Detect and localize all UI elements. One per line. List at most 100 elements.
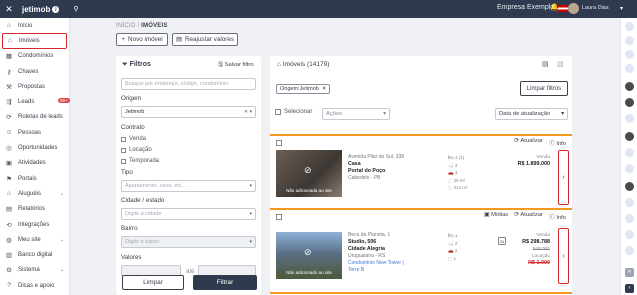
close-icon[interactable]: ✕ xyxy=(322,86,327,92)
hidden-eye-icon: ⊘ xyxy=(304,247,312,257)
actions-select[interactable]: Ações ▾ xyxy=(322,108,390,120)
info-button[interactable]: ⓘ Info xyxy=(549,212,566,221)
venda-checkbox[interactable]: Venda xyxy=(121,136,146,142)
ate-label: até xyxy=(186,268,195,275)
readjust-values-button[interactable]: ▤ Reajustar valores xyxy=(172,33,238,46)
chevron-down-icon: ⌄ xyxy=(60,267,65,274)
chevron-down-icon: ▾ xyxy=(383,111,386,117)
tipo-select[interactable]: Apartamento, casa, etc... ▾ xyxy=(121,180,256,192)
contact-avatar[interactable] xyxy=(625,182,634,191)
contact-bubble[interactable] xyxy=(625,50,634,59)
key-icon: ⚷ xyxy=(6,68,12,76)
integration-icon: ⟲ xyxy=(6,221,12,229)
hidden-eye-icon: ⊘ xyxy=(304,165,312,175)
contact-bubble[interactable] xyxy=(625,164,634,173)
calendar-icon: 31 xyxy=(498,237,506,245)
tower-link[interactable]: Torre B xyxy=(348,267,404,274)
breadcrumb: INÍCIO / IMÓVEIS xyxy=(116,23,168,29)
breadcrumb-home[interactable]: INÍCIO xyxy=(116,23,136,29)
bairro-select[interactable]: Digite o bairro ▾ xyxy=(121,236,256,248)
contact-bubble[interactable] xyxy=(625,64,634,73)
sidebar-item-sistema[interactable]: ⚙ Sistema ⌄ xyxy=(0,263,69,278)
user-name[interactable]: Laura Dias xyxy=(582,5,609,11)
filters-panel: ⏷ Filtros 🖫 Salvar filtro Busque por end… xyxy=(116,56,261,295)
contact-avatar[interactable] xyxy=(625,132,634,141)
sidebar-item-dicas[interactable]: ? Dicas e apoio xyxy=(0,278,69,293)
sidebar-item-pessoas[interactable]: ☺ Pessoas xyxy=(0,125,69,140)
open-property-chevron-right-icon[interactable]: › xyxy=(558,150,569,205)
contact-bubble[interactable] xyxy=(625,230,634,239)
results-title: ⌂ Imóveis (14179) xyxy=(277,61,330,68)
sidebar-item-roletas[interactable]: ⟳ Roletas de leads xyxy=(0,110,69,125)
contact-bubble[interactable] xyxy=(625,246,634,255)
sidebar-item-propostas[interactable]: ⚒ Propostas xyxy=(0,79,69,94)
contact-bubble[interactable] xyxy=(625,214,634,223)
sidebar-item-banco-digital[interactable]: ▥ Banco digital xyxy=(0,247,69,262)
flag-icon xyxy=(558,5,568,12)
new-property-button[interactable]: + Novo imóvel xyxy=(116,33,168,46)
property-card: ⟳ Atualizar ⓘ Info ⊘ Não adicionada ao s… xyxy=(270,134,572,205)
sidebar-item-imoveis[interactable]: ⌂ Imóveis xyxy=(2,33,67,49)
select-all[interactable]: Selecionar xyxy=(275,109,312,115)
info-button[interactable]: ⓘ Info xyxy=(549,138,566,147)
search-icon[interactable]: ⚲ xyxy=(73,5,78,13)
contact-bubble[interactable] xyxy=(625,36,634,45)
media-button[interactable]: ▣ Mídias xyxy=(484,212,508,221)
clear-chevron-icon[interactable]: ✕ ▾ xyxy=(244,109,252,115)
temporada-checkbox[interactable]: Temporada xyxy=(121,158,159,164)
update-button[interactable]: ⟳ Atualizar xyxy=(514,212,543,221)
contact-bubble[interactable] xyxy=(625,198,634,207)
sidebar-item-oportunidades[interactable]: ◎ Oportunidades xyxy=(0,140,69,155)
sidebar-item-leads[interactable]: ⇶ Leads 99+ xyxy=(0,94,70,109)
locacao-checkbox[interactable]: Locação xyxy=(121,147,152,153)
cidade-select[interactable]: Digite a cidade ▾ xyxy=(121,208,256,220)
close-icon[interactable]: ✕ xyxy=(625,268,634,277)
contact-bubble[interactable] xyxy=(625,148,634,157)
people-icon: ☺ xyxy=(5,129,13,137)
property-photo[interactable]: ⊘ Não adicionado ao site xyxy=(276,232,342,279)
update-button[interactable]: ⟳ Atualizar xyxy=(514,138,543,147)
clear-filters-button[interactable]: Limpar filtros xyxy=(520,81,568,96)
chevron-down-icon: ▾ xyxy=(249,211,252,217)
sidebar-item-chaves[interactable]: ⚷ Chaves xyxy=(0,64,69,79)
save-filter-button[interactable]: 🖫 Salvar filtro xyxy=(218,60,254,70)
contact-bubble[interactable] xyxy=(625,22,634,31)
sidebar-item-integracoes[interactable]: ⟲ Integrações xyxy=(0,217,69,232)
map-view-icon[interactable]: ▧ xyxy=(557,60,564,68)
sidebar-item-atividades[interactable]: ▣ Atividades xyxy=(0,156,69,171)
avatar[interactable] xyxy=(568,3,579,14)
card-checkbox[interactable] xyxy=(276,214,282,220)
document-icon: ▤ xyxy=(176,36,182,43)
house-icon: ⌂ xyxy=(277,61,281,68)
chevron-down-icon: ▾ xyxy=(249,183,252,189)
sidebar-item-inicio[interactable]: ⌂ Início xyxy=(0,18,69,33)
contact-bubble[interactable] xyxy=(625,114,634,123)
logo-mark-icon: j xyxy=(52,5,60,13)
condominium-link[interactable]: Condomínio New Tower | xyxy=(348,260,404,267)
list-view-icon[interactable]: ▤ xyxy=(542,60,549,68)
sort-select[interactable]: Data de atualização ▾ xyxy=(495,108,568,120)
sidebar-item-condominios[interactable]: ▦ Condomínios xyxy=(0,49,69,64)
open-property-chevron-right-icon[interactable]: › xyxy=(558,228,569,284)
origem-select[interactable]: Jetimob ✕ ▾ xyxy=(121,106,256,118)
filter-chip-origem[interactable]: Origem:Jetimob ✕ xyxy=(276,84,331,94)
property-photo[interactable]: ⊘ Não adicionada ao site xyxy=(276,150,342,197)
logo[interactable]: jetimob j xyxy=(22,5,60,14)
clear-button[interactable]: Limpar xyxy=(122,275,184,290)
contact-avatar[interactable] xyxy=(625,98,634,107)
card-checkbox[interactable] xyxy=(276,140,282,146)
flag-icon: ⚑ xyxy=(6,175,12,183)
apply-filter-button[interactable]: Filtrar xyxy=(193,275,257,290)
sidebar-item-meu-site[interactable]: ◍ Meu site ⌄ xyxy=(0,232,69,247)
contact-avatar[interactable] xyxy=(625,82,634,91)
plus-icon: + xyxy=(121,36,126,43)
search-input[interactable]: Busque por endereço, código, condomínio xyxy=(121,78,256,90)
sidebar-item-relatorios[interactable]: ▤ Relatórios xyxy=(0,202,69,217)
chevron-left-icon[interactable]: ‹ xyxy=(625,284,634,293)
sidebar-item-portais[interactable]: ⚑ Portais xyxy=(0,171,69,186)
company-name[interactable]: Empresa Exemplo xyxy=(497,4,554,11)
sidebar-item-alugueis[interactable]: ⌂ Aluguéis ⌄ xyxy=(0,186,69,201)
close-menu-icon[interactable]: ✕ xyxy=(0,4,18,15)
leads-icon: ⇶ xyxy=(6,99,12,107)
chevron-down-icon[interactable]: ▾ xyxy=(620,5,623,12)
